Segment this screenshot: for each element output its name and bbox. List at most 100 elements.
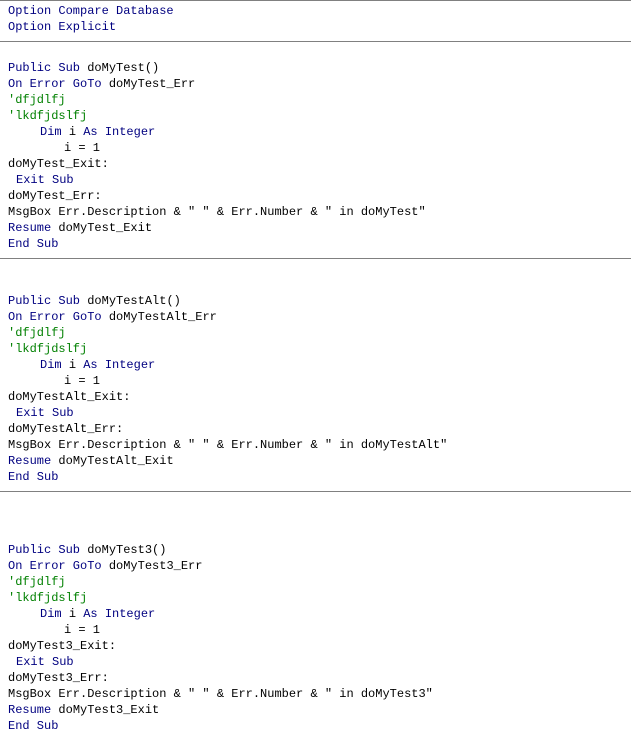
resume-line: Resume doMyTest_Exit [8,220,631,236]
comment-line: 'dfjdlfj [8,574,631,590]
name-text: doMyTestAlt [87,294,166,308]
kw-end-sub: End Sub [8,237,58,251]
exit-sub-line: Exit Sub [8,405,631,421]
exit-sub-line: Exit Sub [8,654,631,670]
kw-on-error: On Error GoTo [8,310,102,324]
label-text: doMyTest_Exit: [8,157,109,171]
var-name: i [69,358,76,372]
parens: () [145,61,159,75]
kw-exit-sub: Exit Sub [16,173,74,187]
on-error-line: On Error GoTo doMyTest3_Err [8,558,631,574]
label-text: doMyTest_Err: [8,189,102,203]
err-label-line: doMyTest_Err: [8,188,631,204]
comment-line: 'lkdfjdslfj [8,590,631,606]
procedure-block: Public Sub doMyTest3() On Error GoTo doM… [0,492,631,740]
sub-name: doMyTest3() [80,543,166,557]
err-label: doMyTest_Err [109,77,195,91]
kw-public-sub: Public Sub [8,61,80,75]
err-label: doMyTest3_Err [109,559,203,573]
kw-end-sub: End Sub [8,719,58,733]
comment-text: 'dfjdlfj [8,326,66,340]
kw-on-error: On Error GoTo [8,77,102,91]
procedure-block: Public Sub doMyTest() On Error GoTo doMy… [0,42,631,258]
label-text: doMyTestAlt_Exit: [8,390,130,404]
label-text: doMyTestAlt_Err: [8,422,123,436]
sub-declaration: Public Sub doMyTest() [8,60,631,76]
end-sub-line: End Sub [8,236,631,252]
sub-declaration: Public Sub doMyTestAlt() [8,293,631,309]
end-sub-line: End Sub [8,469,631,485]
procedure-block: Public Sub doMyTestAlt() On Error GoTo d… [0,259,631,491]
sub-declaration: Public Sub doMyTest3() [8,542,631,558]
kw-exit-sub: Exit Sub [16,406,74,420]
assign-line: i = 1 [8,373,631,389]
name-text: doMyTest [87,61,145,75]
kw-dim: Dim [40,607,62,621]
resume-target: doMyTestAlt_Exit [58,454,173,468]
resume-target: doMyTest_Exit [58,221,152,235]
blank-line [8,44,631,60]
msgbox-text: MsgBox Err.Description & " " & Err.Numbe… [8,687,433,701]
msgbox-text: MsgBox Err.Description & " " & Err.Numbe… [8,205,426,219]
blank-line [8,261,631,277]
kw-as-type: As Integer [83,125,155,139]
on-error-line: On Error GoTo doMyTestAlt_Err [8,309,631,325]
var-name: i [69,607,76,621]
resume-line: Resume doMyTestAlt_Exit [8,453,631,469]
code-text: Option Compare Database [8,4,174,18]
kw-dim: Dim [40,125,62,139]
option-explicit: Option Explicit [8,19,631,35]
dim-line: Dim i As Integer [8,606,631,622]
label-text: doMyTest3_Err: [8,671,109,685]
exit-label-line: doMyTestAlt_Exit: [8,389,631,405]
sub-name: doMyTestAlt() [80,294,181,308]
header-block: Option Compare Database Option Explicit [0,1,631,41]
label-text: doMyTest3_Exit: [8,639,116,653]
assign-text: i = 1 [64,141,100,155]
assign-line: i = 1 [8,140,631,156]
msgbox-line: MsgBox Err.Description & " " & Err.Numbe… [8,686,631,702]
err-label: doMyTestAlt_Err [109,310,217,324]
comment-text: 'dfjdlfj [8,93,66,107]
assign-text: i = 1 [64,623,100,637]
kw-public-sub: Public Sub [8,543,80,557]
blank-line [8,510,631,526]
parens: () [152,543,166,557]
exit-sub-line: Exit Sub [8,172,631,188]
kw-resume: Resume [8,454,51,468]
option-compare: Option Compare Database [8,3,631,19]
kw-dim: Dim [40,358,62,372]
kw-as-type: As Integer [83,607,155,621]
dim-line: Dim i As Integer [8,357,631,373]
comment-text: 'lkdfjdslfj [8,109,87,123]
kw-resume: Resume [8,703,51,717]
parens: () [166,294,180,308]
resume-line: Resume doMyTest3_Exit [8,702,631,718]
on-error-line: On Error GoTo doMyTest_Err [8,76,631,92]
comment-text: 'dfjdlfj [8,575,66,589]
sub-name: doMyTest() [80,61,159,75]
err-label-line: doMyTest3_Err: [8,670,631,686]
blank-line [8,277,631,293]
comment-line: 'dfjdlfj [8,92,631,108]
exit-label-line: doMyTest_Exit: [8,156,631,172]
var-name: i [69,125,76,139]
blank-line [8,494,631,510]
comment-line: 'lkdfjdslfj [8,108,631,124]
exit-label-line: doMyTest3_Exit: [8,638,631,654]
msgbox-line: MsgBox Err.Description & " " & Err.Numbe… [8,204,631,220]
kw-end-sub: End Sub [8,470,58,484]
resume-target: doMyTest3_Exit [58,703,159,717]
end-sub-line: End Sub [8,718,631,734]
assign-text: i = 1 [64,374,100,388]
comment-line: 'dfjdlfj [8,325,631,341]
kw-resume: Resume [8,221,51,235]
kw-exit-sub: Exit Sub [16,655,74,669]
comment-text: 'lkdfjdslfj [8,591,87,605]
msgbox-text: MsgBox Err.Description & " " & Err.Numbe… [8,438,447,452]
comment-line: 'lkdfjdslfj [8,341,631,357]
kw-public-sub: Public Sub [8,294,80,308]
assign-line: i = 1 [8,622,631,638]
blank-line [8,526,631,542]
dim-line: Dim i As Integer [8,124,631,140]
